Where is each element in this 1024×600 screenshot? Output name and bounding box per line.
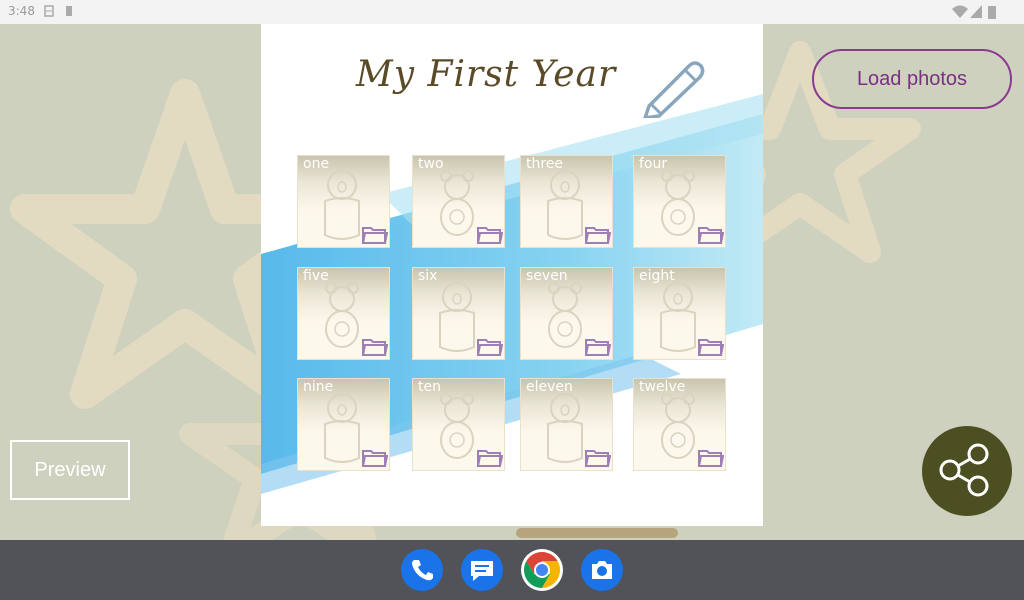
status-bar: 3:48 (0, 0, 1024, 24)
wifi-icon (952, 5, 968, 18)
month-tile-three[interactable]: three (520, 155, 613, 248)
folder-icon[interactable] (477, 225, 503, 245)
folder-icon[interactable] (698, 448, 724, 468)
month-tile-eleven[interactable]: eleven (520, 378, 613, 471)
folder-icon[interactable] (362, 448, 388, 468)
signal-icon (970, 5, 982, 18)
messages-app-icon[interactable] (461, 549, 503, 591)
preview-button[interactable]: Preview (10, 440, 130, 500)
month-tile-six[interactable]: six (412, 267, 505, 360)
camera-app-icon[interactable] (581, 549, 623, 591)
share-icon (939, 443, 989, 497)
sim-icon (44, 5, 54, 17)
pencil-icon[interactable] (641, 56, 707, 118)
folder-icon[interactable] (698, 337, 724, 357)
month-tile-four[interactable]: four (633, 155, 726, 248)
month-tile-one[interactable]: one (297, 155, 390, 248)
month-tile-two[interactable]: two (412, 155, 505, 248)
nav-handle[interactable] (516, 528, 678, 538)
status-time: 3:48 (8, 4, 35, 18)
storage-icon (66, 6, 72, 16)
month-tile-five[interactable]: five (297, 267, 390, 360)
folder-icon[interactable] (477, 448, 503, 468)
battery-icon (988, 6, 996, 19)
share-button[interactable] (922, 426, 1012, 516)
folder-icon[interactable] (585, 448, 611, 468)
phone-app-icon[interactable] (401, 549, 443, 591)
month-tile-ten[interactable]: ten (412, 378, 505, 471)
folder-icon[interactable] (698, 225, 724, 245)
folder-icon[interactable] (585, 337, 611, 357)
page-title: My First Year (355, 54, 617, 95)
folder-icon[interactable] (362, 225, 388, 245)
app-dock (0, 540, 1024, 600)
month-tile-twelve[interactable]: twelve (633, 378, 726, 471)
month-tile-eight[interactable]: eight (633, 267, 726, 360)
month-tile-nine[interactable]: nine (297, 378, 390, 471)
chrome-app-icon[interactable] (521, 549, 563, 591)
photo-collage-card: My First Year one two three four five si… (261, 24, 763, 526)
folder-icon[interactable] (585, 225, 611, 245)
load-photos-button[interactable]: Load photos (812, 49, 1012, 109)
folder-icon[interactable] (362, 337, 388, 357)
folder-icon[interactable] (477, 337, 503, 357)
month-tile-seven[interactable]: seven (520, 267, 613, 360)
